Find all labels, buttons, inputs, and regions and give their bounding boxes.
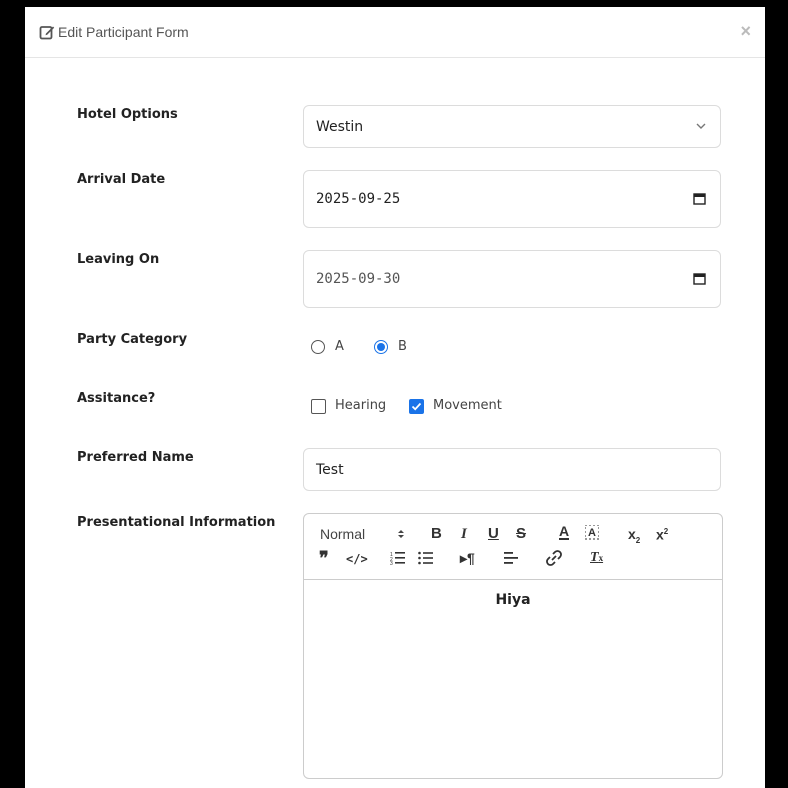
party-category-label: Party Category — [77, 332, 188, 347]
leaving-on-input[interactable]: 2025-09-30 — [303, 250, 721, 308]
preferred-name-label: Preferred Name — [77, 450, 194, 465]
assistance-label: Assitance? — [77, 391, 156, 406]
strike-button[interactable]: S — [516, 526, 526, 542]
hotel-select-value: Westin — [316, 119, 364, 135]
align-left-icon[interactable] — [504, 551, 518, 565]
calendar-icon[interactable] — [693, 272, 706, 285]
party-option-a-label: A — [335, 339, 344, 354]
highlight-color-icon[interactable]: A — [585, 525, 599, 541]
hearing-checkbox[interactable] — [311, 399, 326, 414]
editor-text: Hiya — [495, 592, 531, 608]
movement-checkbox[interactable] — [409, 399, 424, 414]
svg-text:A: A — [588, 527, 596, 539]
ordered-list-icon[interactable]: 123 — [390, 551, 406, 565]
bold-button[interactable]: B — [431, 526, 442, 542]
chevron-down-icon — [696, 123, 706, 129]
preferred-name-value: Test — [316, 462, 344, 478]
preferred-name-input[interactable]: Test — [303, 448, 721, 491]
link-icon[interactable] — [546, 550, 562, 566]
text-direction-icon[interactable]: ▸¶ — [460, 550, 475, 566]
superscript-icon[interactable]: x2 — [656, 524, 668, 543]
hotel-select[interactable]: Westin — [303, 105, 721, 148]
underline-button[interactable]: U — [488, 526, 499, 542]
code-block-icon[interactable]: </> — [346, 551, 368, 567]
party-radio-a[interactable] — [311, 340, 325, 354]
italic-button[interactable]: I — [461, 526, 467, 542]
leaving-on-value: 2025-09-30 — [316, 271, 401, 287]
subscript-icon[interactable]: x2 — [628, 526, 640, 549]
hotel-options-label: Hotel Options — [77, 107, 178, 122]
svg-text:3: 3 — [390, 561, 393, 565]
close-button[interactable]: × — [740, 21, 751, 41]
checkmark-icon — [411, 402, 422, 411]
editor-content[interactable]: Hiya — [304, 580, 722, 608]
bullet-list-icon[interactable] — [418, 551, 434, 565]
movement-label: Movement — [433, 398, 502, 413]
editor-toolbar: Normal B I U S A A x2 x2 ❞ </> 123 ▸¶ Tx — [304, 514, 722, 580]
arrival-date-input[interactable]: 2025-09-25 — [303, 170, 721, 228]
arrival-date-value: 2025-09-25 — [316, 191, 401, 207]
leaving-on-label: Leaving On — [77, 252, 160, 267]
modal-header: Edit Participant Form × — [25, 7, 765, 58]
presentational-info-label: Presentational Information — [77, 515, 276, 530]
blockquote-icon[interactable]: ❞ — [319, 549, 329, 567]
rich-text-editor: Normal B I U S A A x2 x2 ❞ </> 123 ▸¶ Tx… — [303, 513, 723, 779]
hearing-label: Hearing — [335, 398, 387, 413]
party-option-b-label: B — [398, 339, 407, 354]
arrival-date-label: Arrival Date — [77, 172, 166, 187]
clear-format-icon[interactable]: Tx — [590, 550, 603, 566]
sort-arrows-icon — [398, 530, 404, 538]
modal-title: Edit Participant Form — [58, 24, 189, 40]
party-radio-b[interactable] — [374, 340, 388, 354]
text-color-icon[interactable]: A — [559, 524, 570, 540]
calendar-icon[interactable] — [693, 192, 706, 205]
edit-icon — [39, 26, 55, 40]
edit-participant-modal: Edit Participant Form × Hotel Options We… — [25, 7, 765, 788]
heading-select[interactable]: Normal — [320, 526, 404, 542]
heading-select-value: Normal — [320, 526, 366, 542]
